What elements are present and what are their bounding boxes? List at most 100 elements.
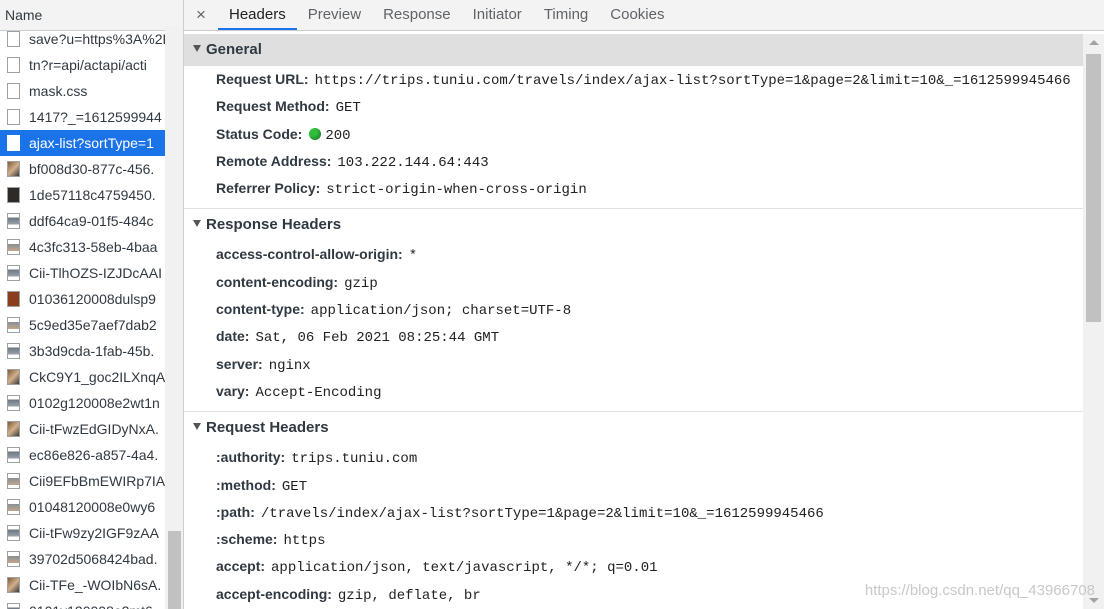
request-name: tn?r=api/actapi/acti [29, 57, 147, 73]
image-file-icon [7, 551, 20, 567]
header-key: Request Method: [216, 98, 330, 115]
details-scrollbar[interactable] [1083, 34, 1104, 609]
image-file-icon [7, 161, 20, 177]
header-row: vary: Accept-Encoding [184, 378, 1084, 405]
tab-initiator[interactable]: Initiator [462, 0, 533, 30]
header-value: application/json; charset=UTF-8 [310, 303, 572, 320]
request-row[interactable]: Cii-tFw9zy2IGF9zAA [0, 520, 165, 546]
header-key: Referrer Policy: [216, 180, 321, 197]
image-file-icon [7, 343, 20, 359]
request-details-panel: × Headers Preview Response Initiator Timing C… [184, 0, 1104, 609]
request-row[interactable]: 5c9ed35e7aef7dab2 [0, 312, 165, 338]
request-row[interactable]: 0102g120008e2wt1n [0, 390, 165, 416]
header-row: server: nginx [184, 351, 1084, 378]
request-row[interactable]: tn?r=api/actapi/acti [0, 52, 165, 78]
request-row[interactable]: Cii9EFbBmEWIRp7IA [0, 468, 165, 494]
section-title: Request Headers [206, 419, 329, 437]
request-name: Cii-TlhOZS-IZJDcAAI [29, 265, 162, 281]
request-name: 1417?_=1612599944 [29, 109, 162, 125]
request-row[interactable]: 01048120008e0wy6 [0, 494, 165, 520]
request-row[interactable]: 3b3d9cda-1fab-45b. [0, 338, 165, 364]
header-value: strict-origin-when-cross-origin [326, 182, 587, 199]
request-list-panel: Name save?u=https%3A%2F tn?r=api/actapi/a… [0, 0, 184, 609]
tab-timing[interactable]: Timing [533, 0, 599, 30]
request-list: save?u=https%3A%2F tn?r=api/actapi/acti ma… [0, 26, 165, 609]
request-row[interactable]: 1de57118c4759450. [0, 182, 165, 208]
image-file-icon [7, 369, 20, 385]
header-value: gzip [344, 275, 378, 292]
header-key: :scheme: [216, 531, 278, 548]
header-key: date: [216, 328, 250, 345]
header-row: access-control-allow-origin: * [184, 241, 1084, 268]
header-value: Sat, 06 Feb 2021 08:25:44 GMT [255, 330, 500, 347]
header-value: * [408, 248, 418, 265]
response-headers-section-header[interactable]: Response Headers [184, 209, 1084, 241]
tab-headers[interactable]: Headers [218, 0, 297, 30]
general-section-header[interactable]: General [184, 34, 1084, 66]
request-row[interactable]: ddf64ca9-01f5-484c [0, 208, 165, 234]
tab-preview[interactable]: Preview [297, 0, 372, 30]
header-value: 200 [325, 127, 351, 144]
header-value: GET [335, 100, 361, 117]
request-row[interactable]: 39702d5068424bad. [0, 546, 165, 572]
header-row: accept: application/json, text/javascript… [184, 553, 1084, 580]
image-file-icon [7, 421, 20, 437]
image-file-icon [7, 291, 20, 307]
request-name: save?u=https%3A%2F [29, 31, 165, 47]
tab-cookies[interactable]: Cookies [599, 0, 675, 30]
request-row[interactable]: ec86e826-a857-4a4. [0, 442, 165, 468]
header-value: 103.222.144.64:443 [337, 154, 489, 171]
header-key: server: [216, 355, 263, 372]
request-row[interactable]: save?u=https%3A%2F [0, 26, 165, 52]
request-row[interactable]: 01036120008dulsp9 [0, 286, 165, 312]
request-row[interactable]: CkC9Y1_goc2ILXnqA [0, 364, 165, 390]
header-row: :authority: trips.tuniu.com [184, 444, 1084, 471]
request-row[interactable]: bf008d30-877c-456. [0, 156, 165, 182]
scrollbar-thumb[interactable] [168, 531, 181, 609]
tab-response[interactable]: Response [372, 0, 462, 30]
request-row[interactable]: Cii-TlhOZS-IZJDcAAI [0, 260, 165, 286]
header-key: content-encoding: [216, 273, 339, 290]
header-row: content-encoding: gzip [184, 269, 1084, 296]
request-name: ddf64ca9-01f5-484c [29, 213, 154, 229]
headers-content: General Request URL: https://trips.tuniu.… [184, 34, 1084, 609]
header-key: :path: [216, 503, 255, 520]
response-headers-section: access-control-allow-origin: * content-enc… [184, 241, 1084, 413]
image-file-icon [7, 265, 20, 281]
request-row[interactable]: 4c3fc313-58eb-4baa [0, 234, 165, 260]
request-name: 01036120008dulsp9 [29, 291, 156, 307]
document-icon [7, 109, 20, 125]
request-row[interactable]: ajax-list?sortType=1 [0, 130, 165, 156]
header-value: https://trips.tuniu.com/travels/index/aj… [314, 73, 1071, 89]
scroll-up-arrow-icon[interactable] [1089, 40, 1099, 45]
request-row[interactable]: Cii-tFwzEdGIDyNxA. [0, 416, 165, 442]
request-row[interactable]: Cii-TFe_-WOIbN6sA. [0, 572, 165, 598]
request-row[interactable]: 1417?_=1612599944 [0, 104, 165, 130]
request-name: 5c9ed35e7aef7dab2 [29, 317, 157, 333]
header-row: Request URL: https://trips.tuniu.com/trav… [184, 66, 1084, 93]
watermark: https://blog.csdn.net/qq_43966708 [864, 582, 1095, 599]
request-list-scrollbar[interactable] [165, 26, 183, 609]
image-file-icon [7, 473, 20, 489]
triangle-down-icon [193, 44, 201, 52]
header-row: Remote Address: 103.222.144.64:443 [184, 148, 1084, 175]
request-row[interactable]: mask.css [0, 78, 165, 104]
header-key: :method: [216, 476, 276, 493]
header-row: date: Sat, 06 Feb 2021 08:25:44 GMT [184, 323, 1084, 350]
header-value: /travels/index/ajax-list?sortType=1&page… [260, 505, 824, 522]
request-name: Cii-TFe_-WOIbN6sA. [29, 577, 162, 593]
request-headers-section-header[interactable]: Request Headers [184, 412, 1084, 444]
header-row: :path: /travels/index/ajax-list?sortType=… [184, 499, 1084, 526]
request-name: ec86e826-a857-4a4. [29, 447, 159, 463]
document-icon [7, 83, 20, 99]
image-file-icon [7, 525, 20, 541]
header-key: Remote Address: [216, 152, 332, 169]
image-file-icon [7, 213, 20, 229]
scrollbar-thumb[interactable] [1086, 54, 1101, 322]
tabs: Headers Preview Response Initiator Timing Coo… [218, 0, 675, 30]
close-icon[interactable]: × [184, 0, 218, 30]
request-name: 0102g120008e2wt1n [29, 395, 160, 411]
request-row[interactable]: 0101y120008e2mt6 [0, 598, 165, 609]
general-section: Request URL: https://trips.tuniu.com/trav… [184, 66, 1084, 210]
header-value: gzip, deflate, br [337, 587, 481, 604]
